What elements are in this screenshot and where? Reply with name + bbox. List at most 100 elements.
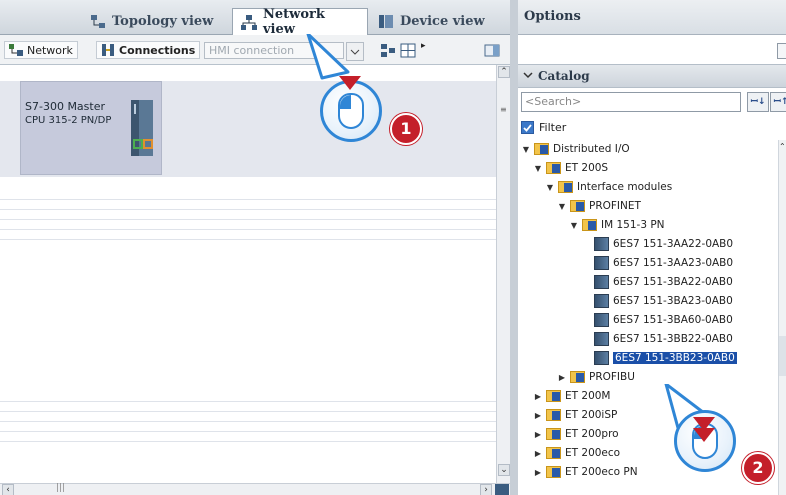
catalog-module-item[interactable]: 6ES7 151-3BB22-0AB0	[582, 330, 733, 348]
tree-scroll-thumb[interactable]	[779, 336, 786, 376]
expanded-triangle-icon[interactable]: ▼	[558, 202, 566, 211]
folder-icon	[546, 447, 561, 459]
options-header: Options	[518, 0, 786, 35]
network-icon	[241, 14, 257, 30]
catalog-folder-item[interactable]: ▼ Distributed I/O	[522, 140, 630, 158]
plc-module-icon	[131, 100, 153, 156]
scroll-grip-icon[interactable]: ≡	[500, 105, 507, 114]
catalog-folder-item[interactable]: ▶ ET 200eco	[534, 444, 620, 462]
search-down-icon[interactable]: ꟷ↓	[747, 92, 769, 112]
catalog-module-item[interactable]: 6ES7 151-3BA22-0AB0	[582, 273, 733, 291]
view-tab-bar: Topology view Network view Device view	[0, 0, 510, 37]
connections-button[interactable]: Connections	[96, 41, 201, 59]
expanded-triangle-icon[interactable]: ▼	[522, 145, 530, 154]
scroll-left-icon[interactable]: ‹	[2, 484, 14, 495]
panel-divider[interactable]	[510, 0, 518, 495]
folder-icon	[570, 371, 585, 383]
catalog-header[interactable]: Catalog	[518, 64, 786, 88]
scroll-down-icon[interactable]: ⌄	[498, 464, 510, 476]
scroll-thumb-grip-icon[interactable]: |||	[56, 483, 65, 493]
canvas-gridline	[0, 421, 496, 422]
canvas-horizontal-scrollbar[interactable]: ‹ ||| ›	[0, 483, 510, 495]
tree-item-label: 6ES7 151-3BB23-0AB0	[613, 352, 737, 364]
canvas-gridline	[0, 229, 496, 230]
module-icon	[594, 313, 609, 327]
scroll-up-icon[interactable]: ⌃	[498, 66, 510, 78]
catalog-folder-item[interactable]: ▶ ET 200M	[534, 387, 611, 405]
tree-item-label: ET 200eco	[565, 447, 621, 459]
catalog-folder-item[interactable]: ▶ ET 200iSP	[534, 406, 617, 424]
catalog-module-item[interactable]: 6ES7 151-3BA23-0AB0	[582, 292, 733, 310]
folder-icon	[570, 200, 585, 212]
canvas-vertical-scrollbar[interactable]: ⌃ ≡ ⌄	[496, 65, 510, 483]
tree-scrollbar[interactable]: ⌃	[778, 140, 786, 495]
folder-icon	[582, 219, 597, 231]
folder-icon	[546, 390, 561, 402]
canvas-gridline	[0, 199, 496, 200]
catalog-module-item[interactable]: 6ES7 151-3AA23-0AB0	[582, 254, 733, 272]
scroll-right-icon[interactable]: ›	[480, 484, 492, 495]
scroll-up-icon[interactable]: ⌃	[779, 142, 786, 151]
catalog-folder-item[interactable]: ▼ IM 151-3 PN	[570, 216, 665, 234]
network-overview-icon[interactable]	[380, 43, 396, 61]
options-panel: Options Catalog <Search> ꟷ↓ ꟷ↑ Filter ▼ D…	[518, 0, 786, 495]
pointer-tip	[296, 34, 350, 80]
tree-item-label: ET 200iSP	[565, 409, 618, 421]
expanded-triangle-icon[interactable]: ▼	[546, 183, 554, 192]
connections-icon	[101, 44, 115, 56]
catalog-folder-item[interactable]: ▼ ET 200S	[534, 159, 608, 177]
tree-item-label: ET 200M	[565, 390, 611, 402]
collapsed-triangle-icon[interactable]: ▶	[534, 430, 542, 439]
expanded-triangle-icon[interactable]: ▼	[534, 164, 542, 173]
catalog-search-input[interactable]: <Search>	[521, 92, 741, 112]
catalog-module-item[interactable]: 6ES7 151-3AA22-0AB0	[582, 235, 733, 253]
tree-item-label: 6ES7 151-3BA60-0AB0	[613, 314, 733, 326]
tree-item-label: 6ES7 151-3BA22-0AB0	[613, 276, 733, 288]
tree-item-label: 6ES7 151-3BA23-0AB0	[613, 295, 733, 307]
collapsed-triangle-icon[interactable]: ▶	[558, 373, 566, 382]
arrow-down-icon	[339, 76, 361, 90]
tree-item-label: ET 200eco PN	[565, 466, 638, 478]
canvas-gridline	[0, 411, 496, 412]
more-arrow-icon[interactable]: ▸	[421, 41, 426, 51]
expanded-triangle-icon[interactable]: ▼	[570, 221, 578, 230]
catalog-folder-item[interactable]: ▼ PROFINET	[558, 197, 641, 215]
network-button[interactable]: Network	[4, 41, 78, 59]
catalog-folder-item[interactable]: ▼ Interface modules	[546, 178, 672, 196]
tab-topology-view[interactable]: Topology view	[82, 9, 230, 34]
catalog-folder-item[interactable]: ▶ PROFIBU	[558, 368, 635, 386]
collapsed-triangle-icon[interactable]: ▶	[534, 449, 542, 458]
catalog-module-item[interactable]: 6ES7 151-3BB23-0AB0	[582, 349, 737, 367]
step-badge: 2	[742, 452, 774, 484]
collapsed-triangle-icon[interactable]: ▶	[534, 411, 542, 420]
pane-mode-icon[interactable]	[777, 43, 786, 59]
folder-icon	[534, 143, 549, 155]
mouse-icon	[338, 93, 364, 129]
canvas-gridline	[0, 209, 496, 210]
canvas-gridline	[0, 441, 496, 442]
tree-item-label: PROFIBU	[589, 371, 635, 383]
device-name: S7-300 Master	[25, 100, 106, 113]
collapsed-triangle-icon[interactable]: ▶	[534, 392, 542, 401]
collapse-chevron-icon[interactable]	[523, 68, 533, 85]
folder-icon	[546, 409, 561, 421]
canvas-gridline	[0, 219, 496, 220]
search-up-icon[interactable]: ꟷ↑	[770, 92, 786, 112]
panel-toggle-icon[interactable]	[484, 43, 500, 61]
catalog-tree: ▼ Distributed I/O ▼ ET 200S ▼ Interface modul…	[518, 140, 778, 495]
module-icon	[594, 332, 609, 346]
filter-checkbox[interactable]	[521, 121, 534, 134]
catalog-module-item[interactable]: 6ES7 151-3BA60-0AB0	[582, 311, 733, 329]
plc-device[interactable]: S7-300 Master CPU 315-2 PN/DP	[20, 81, 162, 175]
network-editor-panel: Topology view Network view Device view N…	[0, 0, 510, 495]
zoom-icon[interactable]	[495, 484, 509, 495]
arrow-down-icon	[693, 428, 715, 442]
catalog-folder-item[interactable]: ▶ ET 200eco PN	[534, 463, 638, 481]
collapsed-triangle-icon[interactable]: ▶	[534, 468, 542, 477]
grid-icon[interactable]	[400, 43, 416, 61]
catalog-folder-item[interactable]: ▶ ET 200pro	[534, 425, 619, 443]
options-title: Options	[524, 9, 581, 24]
tab-device-view[interactable]: Device view	[370, 9, 496, 34]
module-icon	[594, 294, 609, 308]
tab-network-view[interactable]: Network view	[232, 7, 368, 37]
